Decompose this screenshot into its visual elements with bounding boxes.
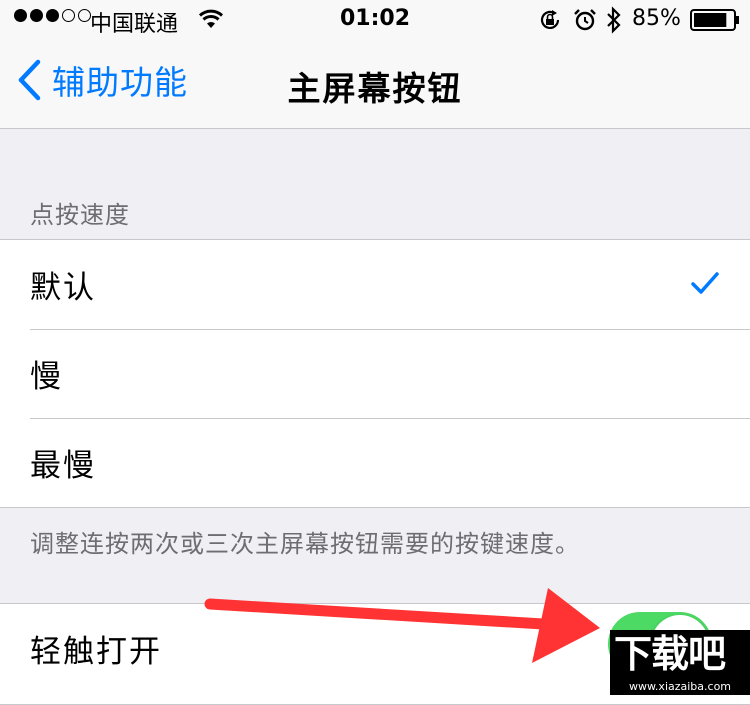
speed-option-label: 最慢 <box>30 448 96 484</box>
bluetooth-icon <box>607 6 621 34</box>
top-bar: 中国联通 01:02 85% 辅助功能 主屏幕按钮 <box>0 0 750 129</box>
speed-options-group: 默认 慢 最慢 <box>0 239 750 508</box>
speed-option-label: 默认 <box>30 270 96 306</box>
battery-icon <box>690 9 739 31</box>
speed-option-default[interactable]: 默认 <box>0 240 750 329</box>
touch-open-label: 轻触打开 <box>30 634 162 670</box>
checkmark-icon <box>691 272 719 294</box>
speed-option-slowest[interactable]: 最慢 <box>0 418 750 507</box>
section-header-tap-speed: 点按速度 <box>30 201 130 229</box>
speed-option-label: 慢 <box>30 359 63 395</box>
page-title: 主屏幕按钮 <box>287 69 463 108</box>
watermark-logo: 下载吧 www.xiazaiba.com <box>610 630 750 695</box>
alarm-icon <box>574 9 596 31</box>
status-bar: 中国联通 01:02 85% <box>0 0 750 40</box>
battery-percent: 85% <box>632 6 681 31</box>
watermark-logo-text: 下载吧 <box>614 632 726 676</box>
rotation-lock-icon <box>540 10 560 29</box>
speed-option-slow[interactable]: 慢 <box>0 329 750 418</box>
speed-footer-note: 调整连按两次或三次主屏幕按钮需要的按键速度。 <box>30 530 580 558</box>
watermark-url: www.xiazaiba.com <box>628 680 732 693</box>
